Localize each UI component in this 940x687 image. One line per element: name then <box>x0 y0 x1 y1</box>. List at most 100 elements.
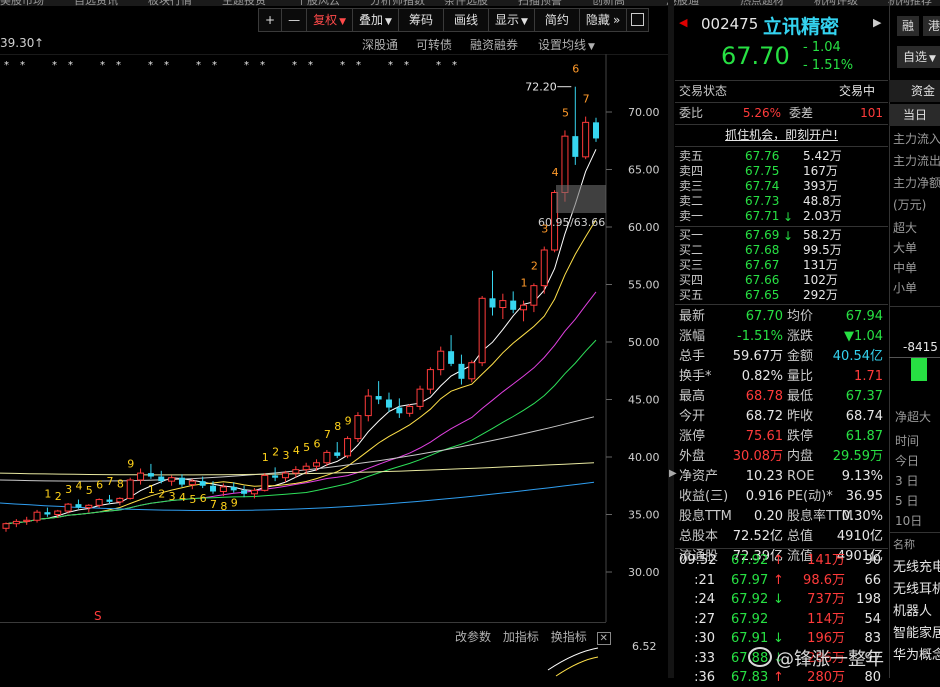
prev-stock-icon[interactable]: ◀ <box>679 16 687 29</box>
simple-button[interactable]: 简约 <box>534 8 580 32</box>
link-margin-trading[interactable]: 融资融券 <box>470 36 518 53</box>
display-dropdown[interactable]: 显示 ▼ <box>488 8 535 32</box>
candle-body <box>530 285 538 306</box>
td-count-label: 2 <box>55 490 62 503</box>
stat-label: 总股本 <box>679 529 719 544</box>
stat-row: 总股本 72.52亿 总值 4910亿 <box>675 527 888 547</box>
top-menu-item[interactable]: 个股风云 <box>296 0 340 6</box>
ask-row[interactable]: 卖四 67.75 167万 <box>675 164 888 179</box>
tab-fund[interactable]: 资金 <box>889 80 940 102</box>
top-menu-item[interactable]: 分析师指数 <box>370 0 425 6</box>
ask-row[interactable]: 卖二 67.73 48.8万 <box>675 194 888 209</box>
td-count-label: 6 <box>572 63 579 76</box>
divider <box>889 532 940 533</box>
draw-line-button[interactable]: 画线 <box>443 8 489 32</box>
caret-down-icon: ▼ <box>929 54 936 64</box>
change-params-link[interactable]: 改参数 <box>455 630 491 644</box>
td-count-label: 4 <box>75 480 82 493</box>
margin-badge[interactable]: 融 <box>897 16 919 36</box>
bid-volume: 131万 <box>803 258 838 272</box>
add-indicator-link[interactable]: 加指标 <box>503 630 539 644</box>
open-account-promo[interactable]: 抓住机会，即刻开户! <box>675 126 888 144</box>
up-arrow-icon: ↑ <box>34 36 45 50</box>
concept-item[interactable]: 华为概念 <box>893 644 940 663</box>
ask-volume: 5.42万 <box>803 149 842 163</box>
stock-name: 立讯精密 <box>763 16 840 38</box>
top-menu-item[interactable]: 美股市场 <box>0 0 44 6</box>
trade-status-row: 交易状态 交易中 <box>675 82 888 100</box>
td-count-label: 1 <box>262 451 269 464</box>
watchlist-button[interactable]: 自选 ▼ <box>897 46 940 68</box>
concept-item[interactable]: 机器人 <box>893 600 932 619</box>
candle-body <box>572 136 579 157</box>
bid-row[interactable]: 买一 67.69 58.2万 <box>675 228 888 243</box>
switch-indicator-link[interactable]: 换指标 <box>551 630 587 644</box>
stat-value: 1.71 <box>854 369 883 384</box>
bid-row[interactable]: 买三 67.67 131万 <box>675 258 888 273</box>
panel-splitter[interactable] <box>668 0 674 678</box>
link-ma-settings[interactable]: 设置均线 ▼ <box>538 36 595 53</box>
net-super-label: 净超大 <box>895 410 932 424</box>
concept-item[interactable]: 无线充电 <box>893 556 940 575</box>
tick-count: 90 <box>864 553 881 568</box>
price-change-pct: - 1.51% <box>803 58 854 73</box>
ask-row[interactable]: 卖三 67.74 393万 <box>675 179 888 194</box>
next-stock-icon[interactable]: ▶ <box>873 16 881 29</box>
period-3d[interactable]: 3 日 <box>895 472 918 489</box>
concept-item[interactable]: 智能家居 <box>893 622 940 641</box>
candle-body <box>210 485 217 492</box>
stat-label: ROE <box>787 469 815 484</box>
hk-badge[interactable]: 港 <box>923 16 940 36</box>
concept-item[interactable]: 无线耳机 <box>893 578 940 597</box>
watchlist-label: 自选 <box>903 50 928 64</box>
bid-row[interactable]: 买二 67.68 99.5万 <box>675 243 888 258</box>
high-price-label: 72.20 <box>525 81 557 94</box>
hide-button[interactable]: 隐藏» <box>579 8 628 32</box>
tick-row: :24 67.92 ↓ 737万 198 <box>675 590 888 609</box>
top-menu-item[interactable]: 热点题材 <box>740 0 784 6</box>
period-today[interactable]: 今日 <box>895 452 919 469</box>
trade-status-label: 交易状态 <box>679 84 728 98</box>
candle-body <box>95 499 103 506</box>
top-menu-item[interactable]: 主题投资 <box>222 0 266 6</box>
period-5d[interactable]: 5 日 <box>895 492 918 509</box>
top-menu-item[interactable]: 扫描预警 <box>518 0 562 6</box>
candle-body <box>582 121 590 158</box>
candle-body <box>354 415 362 440</box>
tab-today[interactable]: 当日 <box>889 104 940 126</box>
cursor-highlight <box>556 185 606 213</box>
top-menu-item[interactable]: 板块行情 <box>148 0 192 6</box>
overlay-dropdown[interactable]: 叠加 ▼ <box>353 8 399 32</box>
unit-label: (万元) <box>893 198 927 212</box>
zoom-out-button[interactable]: — <box>282 8 308 32</box>
bid-row[interactable]: 买五 67.65 292万 <box>675 288 888 303</box>
last-price: 67.70 <box>721 42 790 70</box>
tick-volume: 737万 <box>807 592 845 607</box>
chips-button[interactable]: 筹码 <box>398 8 444 32</box>
top-menu-item[interactable]: 机构评级 <box>814 0 858 6</box>
display-label: 显示 <box>494 13 519 27</box>
close-icon[interactable]: ✕ <box>596 632 611 645</box>
zoom-in-button[interactable]: + <box>258 8 283 32</box>
top-menu-item[interactable]: 创新高 <box>592 0 625 6</box>
restore-rights-dropdown[interactable]: 复权 ▼ <box>307 8 353 32</box>
bid-row[interactable]: 买四 67.66 102万 <box>675 273 888 288</box>
link-convertible-bond[interactable]: 可转债 <box>416 36 452 53</box>
candle-body <box>158 476 165 482</box>
period-10d[interactable]: 10日 <box>895 512 922 529</box>
kline-chart[interactable]: 70.00 65.00 60.00 55.00 50.00 45.00 40.00 35.00… <box>0 54 668 678</box>
fullscreen-button[interactable] <box>627 8 650 32</box>
candle-body <box>250 489 258 495</box>
hide-label: 隐藏 <box>585 13 610 27</box>
top-menu-item[interactable]: 条件选股 <box>444 0 488 6</box>
candle-body <box>364 395 372 417</box>
caret-down-icon: ▼ <box>385 17 392 27</box>
link-shenguton[interactable]: 深股通 <box>362 36 398 53</box>
ask-row[interactable]: 卖一 67.71 2.03万 <box>675 209 888 224</box>
top-menu-item[interactable]: 自选资讯 <box>74 0 118 6</box>
candle-body <box>64 503 72 512</box>
td-count-label: 2 <box>531 259 538 272</box>
tick-row: :21 67.97 ↑ 98.6万 66 <box>675 571 888 590</box>
candle-body <box>188 480 196 486</box>
ask-row[interactable]: 卖五 67.76 5.42万 <box>675 149 888 164</box>
